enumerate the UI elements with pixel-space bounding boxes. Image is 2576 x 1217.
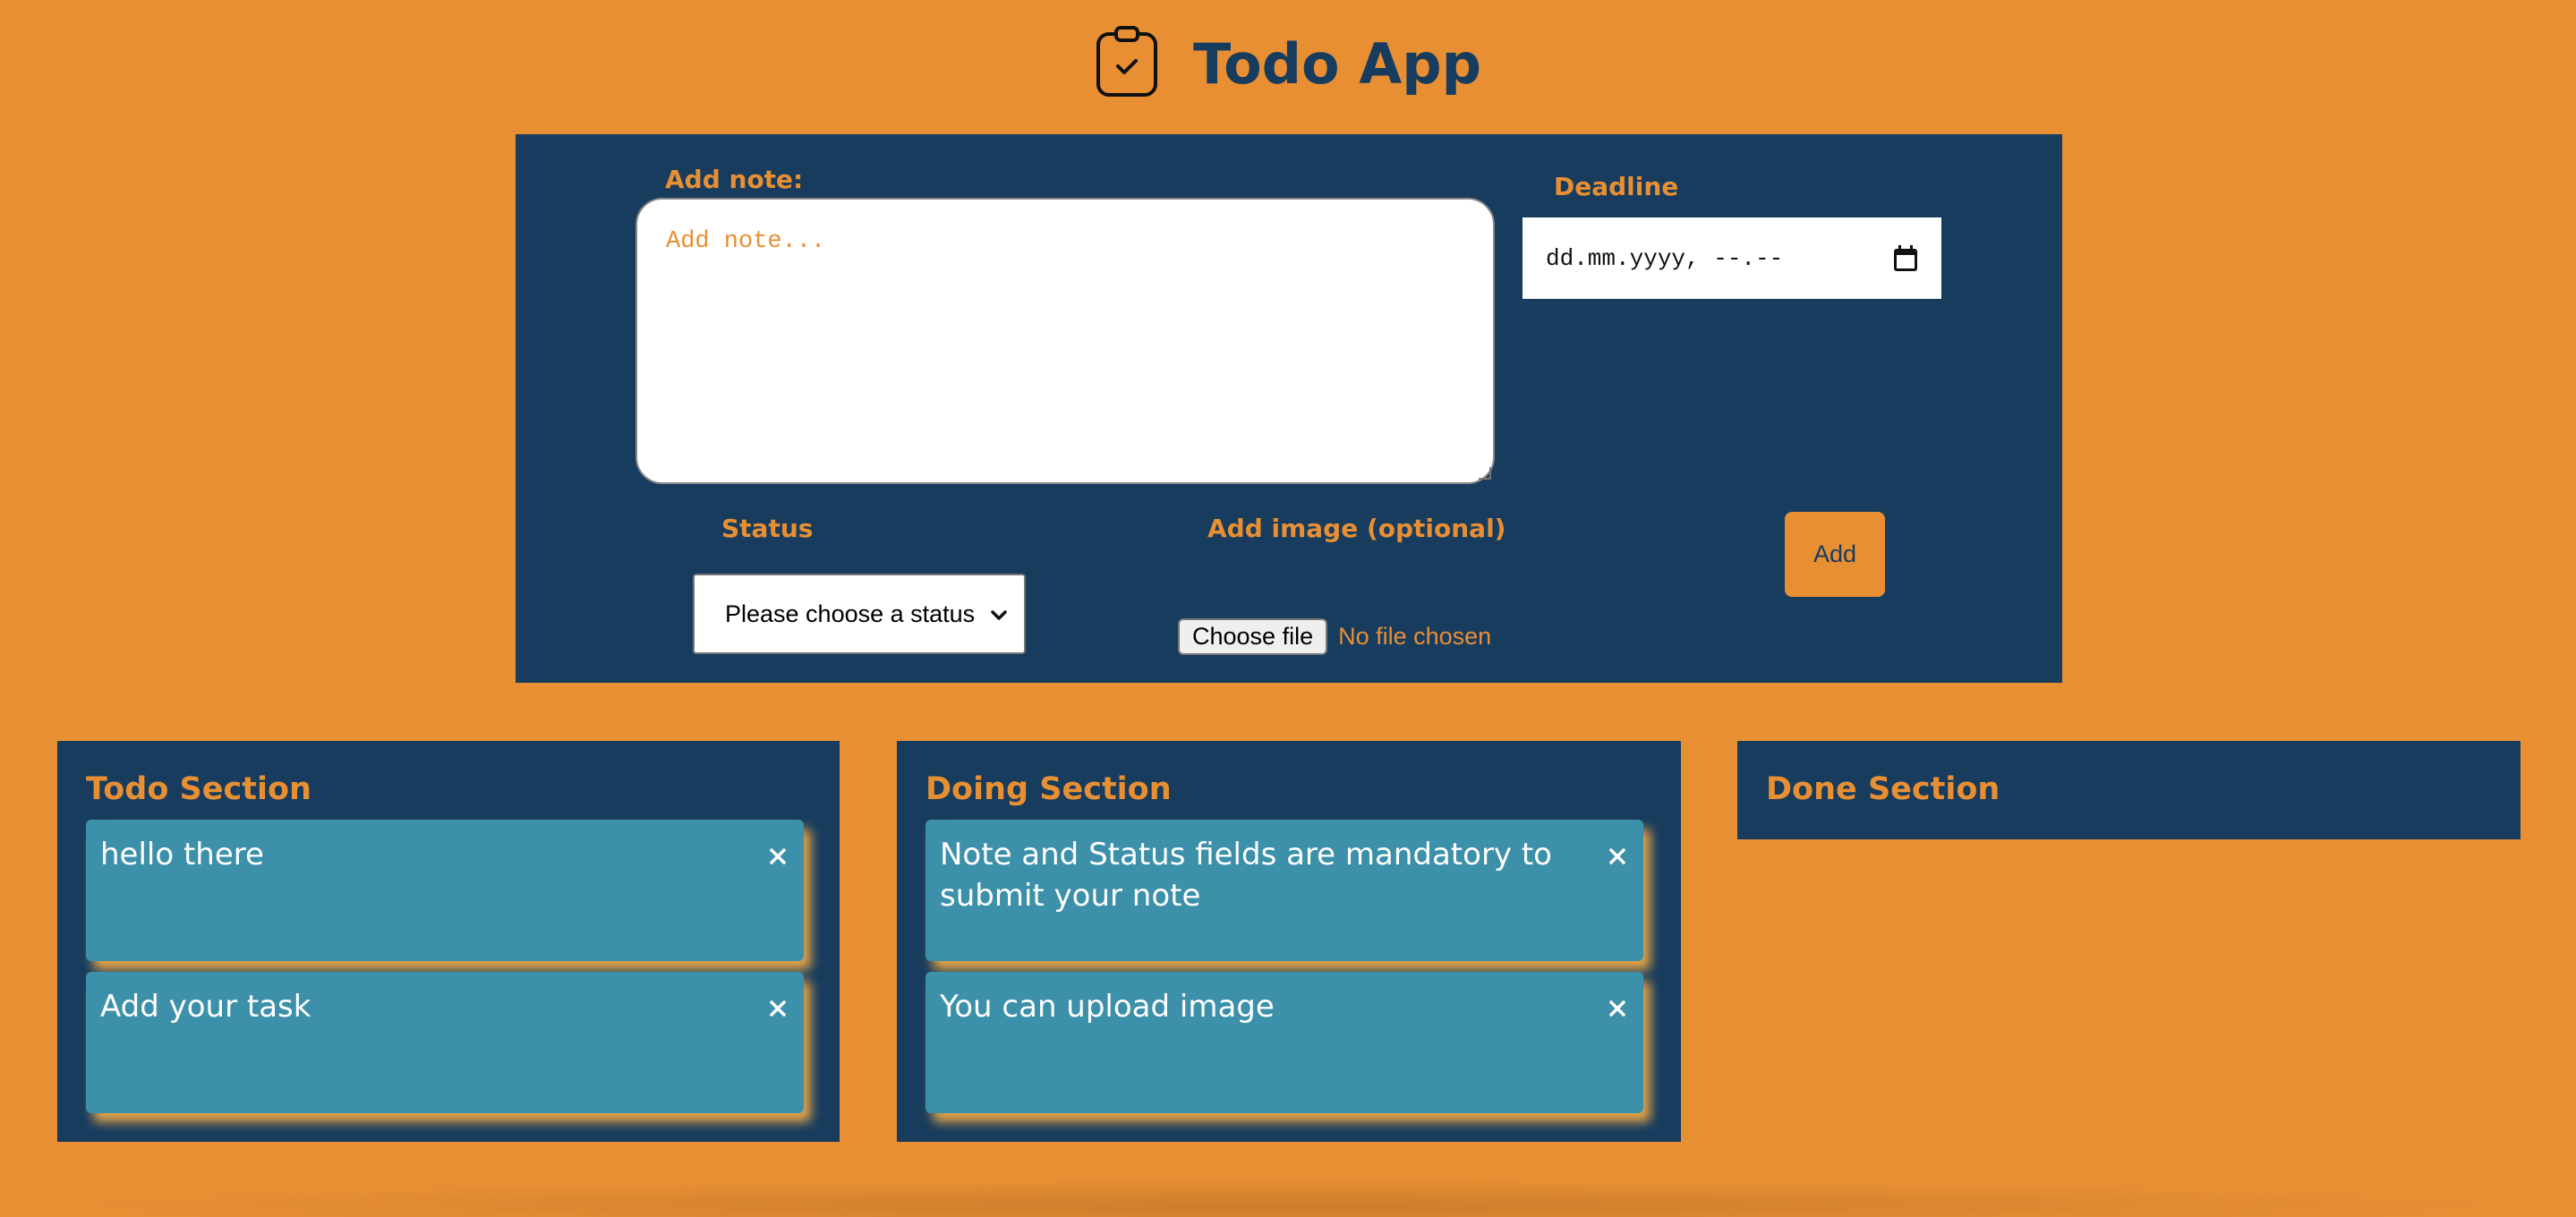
image-file-input[interactable]: Choose file No file chosen [1178,618,1491,655]
close-icon[interactable] [768,847,788,866]
app-title: Todo App [1193,31,1481,97]
card-text: hello there [100,837,264,872]
done-section: Done Section [1737,741,2521,839]
todo-section-title: Todo Section [86,771,311,807]
doing-card[interactable]: You can upload image [925,972,1643,1113]
close-icon[interactable] [1608,999,1627,1018]
card-text: You can upload image [940,989,1275,1025]
close-icon[interactable] [768,999,788,1018]
chevron-down-icon [990,600,1008,628]
page-shadow [54,1179,2524,1217]
choose-file-button[interactable]: Choose file [1178,618,1328,655]
add-button[interactable]: Add [1785,512,1885,597]
add-note-form: Add note: Deadline dd.mm.yyyy, --.-- Sta… [516,134,2062,683]
card-text: Add your task [100,989,311,1025]
status-label: Status [721,514,814,543]
status-selected-value: Please choose a status [725,600,976,627]
doing-section: Doing Section Note and Status fields are… [897,741,1681,1142]
note-label: Add note: [665,165,804,194]
note-input[interactable] [635,198,1495,484]
todo-section: Todo Section hello there Add your task [57,741,840,1142]
no-file-text: No file chosen [1338,623,1492,650]
doing-section-title: Doing Section [925,771,1172,807]
card-text: Note and Status fields are mandatory to … [940,837,1552,914]
deadline-label: Deadline [1554,172,1679,201]
clipboard-check-icon [1095,25,1159,103]
calendar-icon[interactable] [1893,244,1918,272]
close-icon[interactable] [1608,847,1627,866]
image-label: Add image (optional) [1207,514,1506,543]
status-select[interactable]: Please choose a status [693,574,1026,654]
todo-card[interactable]: Add your task [86,972,804,1113]
deadline-value: dd.mm.yyyy, --.-- [1546,244,1784,272]
doing-card[interactable]: Note and Status fields are mandatory to … [925,820,1643,961]
deadline-input[interactable]: dd.mm.yyyy, --.-- [1523,217,1941,299]
app-header: Todo App [0,25,2576,103]
done-section-title: Done Section [1766,771,2000,807]
todo-card[interactable]: hello there [86,820,804,961]
